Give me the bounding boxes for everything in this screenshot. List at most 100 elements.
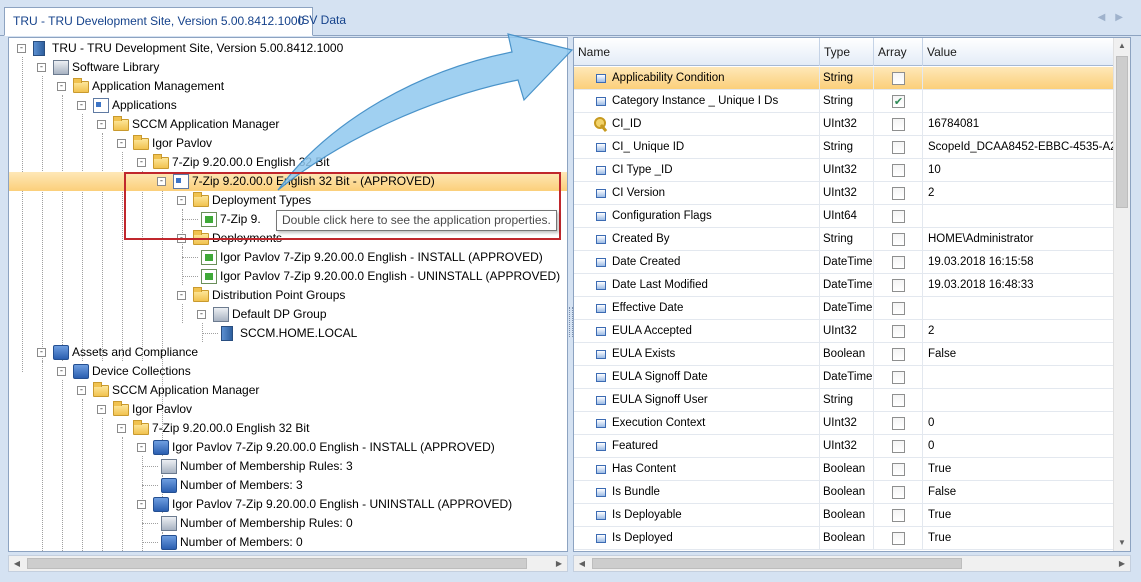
property-row[interactable]: Is Deployed Boolean True (574, 527, 1114, 550)
property-value[interactable]: 0 (923, 412, 1114, 435)
property-row[interactable]: Created By String HOME\Administrator (574, 228, 1114, 251)
tree-node[interactable]: Igor Pavlov 7-Zip 9.20.00.0 English - IN… (9, 248, 564, 267)
property-value[interactable]: 16784081 (923, 113, 1114, 136)
grid-scroll-thumb[interactable] (592, 558, 962, 569)
tree-node[interactable]: - Device Collections (9, 362, 564, 381)
array-checkbox[interactable] (892, 233, 905, 246)
tree-node[interactable]: - Assets and Compliance (9, 343, 564, 362)
array-checkbox[interactable] (892, 302, 905, 315)
property-row[interactable]: Is Bundle Boolean False (574, 481, 1114, 504)
property-value[interactable]: 19.03.2018 16:48:33 (923, 274, 1114, 297)
properties-grid[interactable]: Name Type Array Value Applicability Cond… (573, 37, 1131, 552)
array-checkbox[interactable] (892, 187, 905, 200)
scroll-left-icon[interactable]: ◀ (574, 556, 590, 572)
array-checkbox[interactable] (892, 256, 905, 269)
tree-node[interactable]: - TRU - TRU Development Site, Version 5.0… (9, 39, 564, 58)
property-value[interactable] (923, 389, 1114, 412)
array-checkbox[interactable] (892, 394, 905, 407)
property-row[interactable]: Date Last Modified DateTime 19.03.2018 16:… (574, 274, 1114, 297)
property-row[interactable]: EULA Signoff User String (574, 389, 1114, 412)
tree-scroll-thumb[interactable] (27, 558, 527, 569)
array-checkbox[interactable] (892, 371, 905, 384)
array-checkbox[interactable] (892, 532, 905, 545)
property-row[interactable]: Execution Context UInt32 0 (574, 412, 1114, 435)
array-checkbox[interactable]: ✔ (892, 95, 905, 108)
tree-node[interactable]: - Applications (9, 96, 564, 115)
collapse-toggle-icon[interactable]: - (77, 101, 86, 110)
property-row[interactable]: Category Instance _ Unique I Ds String ✔ (574, 90, 1114, 113)
collapse-toggle-icon[interactable]: - (97, 405, 106, 414)
property-value[interactable]: False (923, 343, 1114, 366)
scroll-right-icon[interactable]: ▶ (551, 556, 567, 572)
tab-isv-data[interactable]: ISV Data (290, 7, 354, 36)
property-row[interactable]: Featured UInt32 0 (574, 435, 1114, 458)
tab-scroll-right-icon[interactable]: ▶ (1115, 12, 1133, 23)
property-row[interactable]: Effective Date DateTime (574, 297, 1114, 320)
scroll-thumb[interactable] (1116, 56, 1128, 208)
property-row[interactable]: CI Type _ID UInt32 10 (574, 159, 1114, 182)
collapse-toggle-icon[interactable]: - (77, 386, 86, 395)
property-value[interactable]: 2 (923, 320, 1114, 343)
property-row[interactable]: CI_ Unique ID String ScopeId_DCAA8452-EBBC… (574, 136, 1114, 159)
collapse-toggle-icon[interactable]: - (17, 44, 26, 53)
collapse-toggle-icon[interactable]: - (177, 291, 186, 300)
tree-node[interactable]: SCCM.HOME.LOCAL (9, 324, 564, 343)
tree-node[interactable]: Igor Pavlov 7-Zip 9.20.00.0 English - UN… (9, 267, 564, 286)
property-row[interactable]: CI Version UInt32 2 (574, 182, 1114, 205)
collapse-toggle-icon[interactable]: - (37, 348, 46, 357)
tab-site[interactable]: TRU - TRU Development Site, Version 5.00… (4, 7, 314, 36)
property-row[interactable]: EULA Exists Boolean False (574, 343, 1114, 366)
tree-node[interactable]: - Igor Pavlov 7-Zip 9.20.00.0 English - U… (9, 495, 564, 514)
column-header-name[interactable]: Name (574, 38, 820, 66)
scroll-up-icon[interactable]: ▲ (1114, 38, 1130, 54)
array-checkbox[interactable] (892, 440, 905, 453)
property-row[interactable]: EULA Signoff Date DateTime (574, 366, 1114, 389)
tree-node[interactable]: - Igor Pavlov (9, 134, 564, 153)
property-value[interactable] (923, 366, 1114, 389)
tree-node[interactable]: - Software Library (9, 58, 564, 77)
property-value[interactable]: False (923, 481, 1114, 504)
array-checkbox[interactable] (892, 348, 905, 361)
scroll-right-icon[interactable]: ▶ (1114, 556, 1130, 572)
property-row[interactable]: Is Deployable Boolean True (574, 504, 1114, 527)
array-checkbox[interactable] (892, 279, 905, 292)
scroll-left-icon[interactable]: ◀ (9, 556, 25, 572)
property-value[interactable] (923, 67, 1114, 90)
tree-node[interactable]: - Igor Pavlov 7-Zip 9.20.00.0 English - I… (9, 438, 564, 457)
array-checkbox[interactable] (892, 141, 905, 154)
tree-node[interactable]: - Application Management (9, 77, 564, 96)
property-row[interactable]: Date Created DateTime 19.03.2018 16:15:58 (574, 251, 1114, 274)
tree-node[interactable]: Number of Membership Rules: 0 (9, 514, 564, 533)
grid-horizontal-scrollbar[interactable]: ◀ ▶ (573, 555, 1131, 572)
collapse-toggle-icon[interactable]: - (117, 139, 126, 148)
collapse-toggle-icon[interactable]: - (137, 500, 146, 509)
tab-scroll-arrows[interactable]: ◀▶ (1098, 12, 1133, 23)
array-checkbox[interactable] (892, 463, 905, 476)
property-row[interactable]: Configuration Flags UInt64 (574, 205, 1114, 228)
array-checkbox[interactable] (892, 417, 905, 430)
property-value[interactable]: 0 (923, 435, 1114, 458)
tree-node[interactable]: - Default DP Group (9, 305, 564, 324)
array-checkbox[interactable] (892, 72, 905, 85)
property-value[interactable]: True (923, 527, 1114, 550)
array-checkbox[interactable] (892, 325, 905, 338)
collapse-toggle-icon[interactable]: - (97, 120, 106, 129)
property-value[interactable] (923, 90, 1114, 113)
property-value[interactable] (923, 205, 1114, 228)
tree-view[interactable]: - TRU - TRU Development Site, Version 5.0… (8, 37, 568, 552)
tree-node[interactable]: Number of Membership Rules: 3 (9, 457, 564, 476)
property-row[interactable]: CI_ID UInt32 16784081 (574, 113, 1114, 136)
column-header-value[interactable]: Value (923, 38, 1114, 66)
collapse-toggle-icon[interactable]: - (37, 63, 46, 72)
grid-vertical-scrollbar[interactable]: ▲ ▼ (1113, 38, 1130, 551)
property-value[interactable]: 10 (923, 159, 1114, 182)
collapse-toggle-icon[interactable]: - (197, 310, 206, 319)
array-checkbox[interactable] (892, 509, 905, 522)
property-row[interactable]: EULA Accepted UInt32 2 (574, 320, 1114, 343)
tab-scroll-left-icon[interactable]: ◀ (1098, 12, 1116, 23)
tree-horizontal-scrollbar[interactable]: ◀ ▶ (8, 555, 568, 572)
property-row[interactable]: Has Content Boolean True (574, 458, 1114, 481)
property-value[interactable]: True (923, 504, 1114, 527)
column-header-array[interactable]: Array (874, 38, 923, 66)
collapse-toggle-icon[interactable]: - (117, 424, 126, 433)
